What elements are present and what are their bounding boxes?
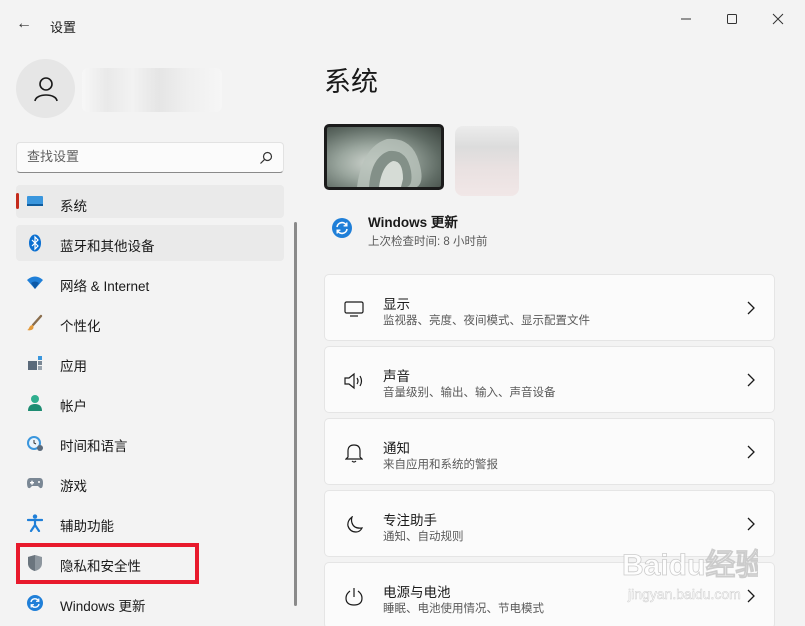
chevron-right-icon <box>747 517 755 531</box>
sidebar-item-privacy[interactable]: 隐私和安全性 <box>16 545 284 581</box>
minimize-button[interactable] <box>663 6 709 32</box>
card-focus-assist[interactable]: 专注助手 通知、自动规则 <box>324 490 775 557</box>
device-wallpaper-thumbnail <box>324 124 444 190</box>
page-title: 系统 <box>324 67 378 97</box>
power-icon <box>343 586 365 608</box>
search-input[interactable] <box>27 149 247 164</box>
card-sound[interactable]: 声音 音量级别、输出、输入、声音设备 <box>324 346 775 413</box>
card-subtitle: 来自应用和系统的警报 <box>383 459 498 471</box>
card-notifications[interactable]: 通知 来自应用和系统的警报 <box>324 418 775 485</box>
sidebar-item-label: 网络 & Internet <box>60 279 150 294</box>
back-button[interactable]: ← <box>10 12 38 36</box>
sidebar-item-label: 辅助功能 <box>60 519 114 534</box>
speaker-icon <box>343 370 365 392</box>
sidebar-item-label: Windows 更新 <box>60 599 146 614</box>
sidebar-item-windows-update[interactable]: Windows 更新 <box>16 585 284 621</box>
sidebar-item-accessibility[interactable]: 辅助功能 <box>16 505 284 541</box>
card-title: 专注助手 <box>383 513 437 528</box>
card-title: 声音 <box>383 369 410 384</box>
sidebar-item-system[interactable]: 系统 <box>16 185 284 218</box>
avatar[interactable] <box>16 59 75 118</box>
sidebar-item-gaming[interactable]: 游戏 <box>16 465 284 501</box>
card-title: 通知 <box>383 441 410 456</box>
shield-icon <box>26 554 44 572</box>
wallpaper-bloom-image <box>357 138 422 187</box>
selection-indicator <box>16 193 19 209</box>
sidebar-item-label: 系统 <box>60 199 87 214</box>
minimize-icon <box>681 18 691 20</box>
sidebar-item-label: 隐私和安全性 <box>60 559 141 574</box>
sidebar-item-label: 时间和语言 <box>60 439 128 454</box>
profile-name-redacted <box>82 68 222 112</box>
wifi-icon <box>26 274 44 292</box>
sidebar-item-personalization[interactable]: 个性化 <box>16 305 284 341</box>
sidebar-item-label: 个性化 <box>60 319 101 334</box>
sidebar-item-time-language[interactable]: 时间和语言 <box>16 425 284 461</box>
card-title: 显示 <box>383 297 410 312</box>
card-subtitle: 通知、自动规则 <box>383 531 464 543</box>
app-title: 设置 <box>50 20 77 35</box>
card-subtitle: 音量级别、输出、输入、声音设备 <box>383 387 556 399</box>
update-icon[interactable] <box>331 217 353 239</box>
clock-globe-icon <box>26 434 44 452</box>
update-icon <box>26 594 44 612</box>
windows-update-last-checked: 上次检查时间: 8 小时前 <box>368 236 488 248</box>
card-power-battery[interactable]: 电源与电池 睡眠、电池使用情况、节电模式 <box>324 562 775 626</box>
chevron-right-icon <box>747 445 755 459</box>
back-arrow-icon: ← <box>16 15 32 32</box>
close-icon <box>772 13 784 25</box>
accessibility-icon <box>26 514 44 532</box>
windows-update-title[interactable]: Windows 更新 <box>368 211 458 231</box>
maximize-icon <box>727 14 737 24</box>
card-subtitle: 监视器、亮度、夜间模式、显示配置文件 <box>383 315 590 327</box>
moon-icon <box>343 514 365 536</box>
search-icon[interactable] <box>258 150 274 166</box>
chevron-right-icon <box>747 301 755 315</box>
card-title: 电源与电池 <box>383 585 451 600</box>
bell-icon <box>343 442 365 464</box>
card-subtitle: 睡眠、电池使用情况、节电模式 <box>383 603 544 615</box>
device-name-redacted <box>455 126 519 196</box>
sidebar-item-label: 帐户 <box>60 399 87 414</box>
maximize-button[interactable] <box>709 6 755 32</box>
sidebar-item-accounts[interactable]: 帐户 <box>16 385 284 421</box>
sidebar-item-bluetooth[interactable]: 蓝牙和其他设备 <box>16 225 284 261</box>
chevron-right-icon <box>747 373 755 387</box>
sidebar-item-apps[interactable]: 应用 <box>16 345 284 381</box>
sidebar-item-label: 蓝牙和其他设备 <box>60 239 155 254</box>
apps-icon <box>26 354 44 372</box>
user-icon <box>33 76 58 101</box>
search-box[interactable] <box>16 142 284 173</box>
account-icon <box>26 394 44 412</box>
system-display-icon <box>26 193 44 211</box>
sidebar-item-label: 游戏 <box>60 479 87 494</box>
chevron-right-icon <box>747 589 755 603</box>
sidebar-scrollbar[interactable] <box>294 222 297 606</box>
brush-icon <box>26 314 44 332</box>
card-display[interactable]: 显示 监视器、亮度、夜间模式、显示配置文件 <box>324 274 775 341</box>
bluetooth-icon <box>26 234 44 252</box>
close-button[interactable] <box>755 6 801 32</box>
title-bar: ← 设置 <box>0 0 805 48</box>
sidebar-item-label: 应用 <box>60 359 87 374</box>
monitor-icon <box>343 298 365 320</box>
gamepad-icon <box>26 474 44 492</box>
sidebar-item-network[interactable]: 网络 & Internet <box>16 265 284 301</box>
